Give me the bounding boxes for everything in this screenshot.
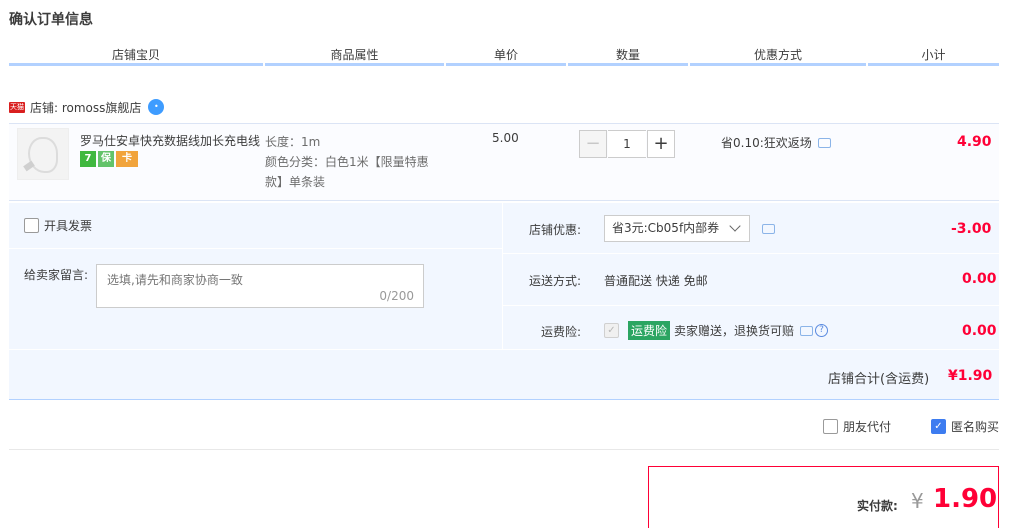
service-icons: 7 保 卡 [80, 151, 138, 167]
wangwang-chat-icon[interactable]: • [148, 99, 165, 115]
right-divider-line-1 [503, 253, 999, 254]
page-title: 确认订单信息 [9, 12, 93, 28]
coupon-amount: -3.00 [951, 221, 992, 237]
product-name[interactable]: 罗马仕安卓快充数据线加长充电线 [80, 132, 260, 149]
friend-pay-checkbox[interactable] [823, 419, 838, 434]
message-label: 给卖家留言: [24, 268, 89, 282]
shipping-label: 运送方式: [529, 274, 582, 288]
message-input[interactable] [107, 271, 407, 291]
item-subtotal: 4.90 [957, 134, 992, 150]
payment-amount: 1.90 [933, 484, 998, 514]
guarantee-icon[interactable]: 保 [98, 151, 114, 167]
attr-color: 颜色分类：白色1米【限量特惠款】单条装 [265, 155, 429, 189]
shipping-amount: 0.00 [962, 271, 997, 287]
attr-length: 长度：1m [265, 135, 321, 149]
message-counter: 0/200 [379, 289, 414, 303]
insurance-amount: 0.00 [962, 323, 997, 339]
comment-icon[interactable] [817, 137, 831, 148]
insurance-text: 卖家赠送，退换货可赔 [674, 324, 795, 338]
increase-button[interactable]: + [647, 130, 675, 158]
insurance-info: ✓ 运费险 卖家赠送，退换货可赔 ? [604, 321, 829, 340]
right-divider-line-2 [503, 305, 999, 306]
quantity-stepper: − + [579, 130, 675, 158]
friend-pay-label: 朋友代付 [843, 420, 892, 434]
tmall-icon: 天猫 [9, 101, 25, 113]
invoice-label: 开具发票 [44, 219, 93, 233]
payment-currency: ¥ [911, 489, 924, 513]
quantity-input[interactable] [608, 130, 646, 158]
insurance-badge: 运费险 [628, 321, 671, 340]
promo-text: 省0.10:狂欢返场 [721, 136, 812, 150]
promo-info: 省0.10:狂欢返场 [721, 134, 831, 151]
col-header-subtotal: 小计 [868, 44, 999, 66]
divider [9, 449, 999, 450]
coupon-label: 店铺优惠: [529, 223, 582, 237]
left-divider-line [9, 248, 502, 249]
invoice-option[interactable]: 开具发票 [24, 217, 92, 234]
coupon-selected: 省3元:Cb05f内部券 [612, 221, 720, 235]
shop-header: 天猫 店铺: romoss旗舰店 • [9, 98, 165, 116]
product-thumbnail[interactable] [17, 128, 69, 180]
col-header-qty: 数量 [568, 44, 688, 66]
total-divider-line [9, 349, 999, 350]
col-header-price: 单价 [446, 44, 566, 66]
shop-total-label: 店铺合计(含运费) [828, 372, 930, 387]
comment-icon[interactable] [800, 325, 814, 336]
payment-label: 实付款: [857, 499, 898, 513]
decrease-button[interactable]: − [579, 130, 607, 158]
anonymous-option[interactable]: ✓ 匿名购买 [931, 418, 999, 435]
panel-divider [502, 203, 503, 349]
col-header-promo: 优惠方式 [690, 44, 866, 66]
help-icon[interactable]: ? [815, 324, 829, 337]
friend-pay-option[interactable]: 朋友代付 [823, 418, 891, 435]
chevron-down-icon [729, 220, 741, 232]
coupon-select[interactable]: 省3元:Cb05f内部券 [604, 215, 750, 242]
unit-price: 5.00 [492, 131, 519, 145]
credit-card-icon[interactable]: 卡 [116, 151, 138, 167]
insurance-checkbox: ✓ [604, 323, 619, 338]
table-header: 店铺宝贝 商品属性 单价 数量 优惠方式 小计 [9, 44, 999, 69]
product-attributes: 长度：1m 颜色分类：白色1米【限量特惠款】单条装 [265, 132, 435, 192]
invoice-checkbox[interactable] [24, 218, 39, 233]
anonymous-checkbox[interactable]: ✓ [931, 419, 946, 434]
comment-icon[interactable] [762, 224, 775, 234]
shop-total-amount: ¥1.90 [948, 368, 993, 384]
message-field[interactable]: 0/200 [96, 264, 424, 308]
shop-name[interactable]: 店铺: romoss旗舰店 [30, 99, 141, 116]
anonymous-label: 匿名购买 [951, 420, 1000, 434]
col-header-item: 店铺宝贝 [9, 44, 263, 66]
col-header-attr: 商品属性 [265, 44, 444, 66]
insurance-label: 运费险: [541, 325, 582, 339]
seven-day-return-icon[interactable]: 7 [80, 151, 96, 167]
shipping-value: 普通配送 快递 免邮 [604, 274, 708, 288]
